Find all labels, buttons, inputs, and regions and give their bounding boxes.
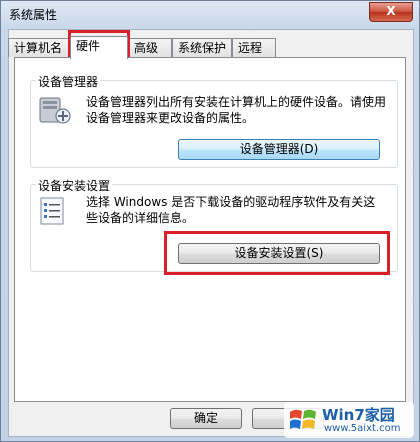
device-manager-button[interactable]: 设备管理器(D) <box>178 139 380 160</box>
win7-logo-icon <box>290 409 316 429</box>
device-install-group-title: 设备安装设置 <box>36 177 113 194</box>
device-manager-group-title: 设备管理器 <box>36 73 101 90</box>
title-bar[interactable]: 系统属性 X <box>1 1 419 27</box>
device-install-description: 选择 Windows 是否下载设备的驱动程序软件及有关这些设备的详细信息。 <box>86 195 376 225</box>
tab-remote[interactable]: 远程 <box>232 38 276 57</box>
device-manager-description: 设备管理器列出所有安装在计算机上的硬件设备。请使用设备管理器来更改设备的属性。 <box>86 95 387 125</box>
tab-advanced[interactable]: 高级 <box>128 38 172 57</box>
install-button-highlight <box>164 231 390 275</box>
device-manager-icon <box>38 94 72 128</box>
tab-computer-name[interactable]: 计算机名 <box>8 38 70 57</box>
window-title: 系统属性 <box>9 8 58 22</box>
watermark-url: www.5aixt.com <box>324 423 401 434</box>
ok-button[interactable]: 确定 <box>170 408 242 429</box>
watermark-text: Win7家园 <box>322 406 395 424</box>
checklist-icon <box>38 196 68 226</box>
tab-hardware[interactable]: 硬件 <box>70 36 128 59</box>
close-button[interactable]: X <box>369 2 413 22</box>
tab-system-protection[interactable]: 系统保护 <box>172 38 232 57</box>
watermark: Win7家园 www.5aixt.com <box>284 402 414 438</box>
